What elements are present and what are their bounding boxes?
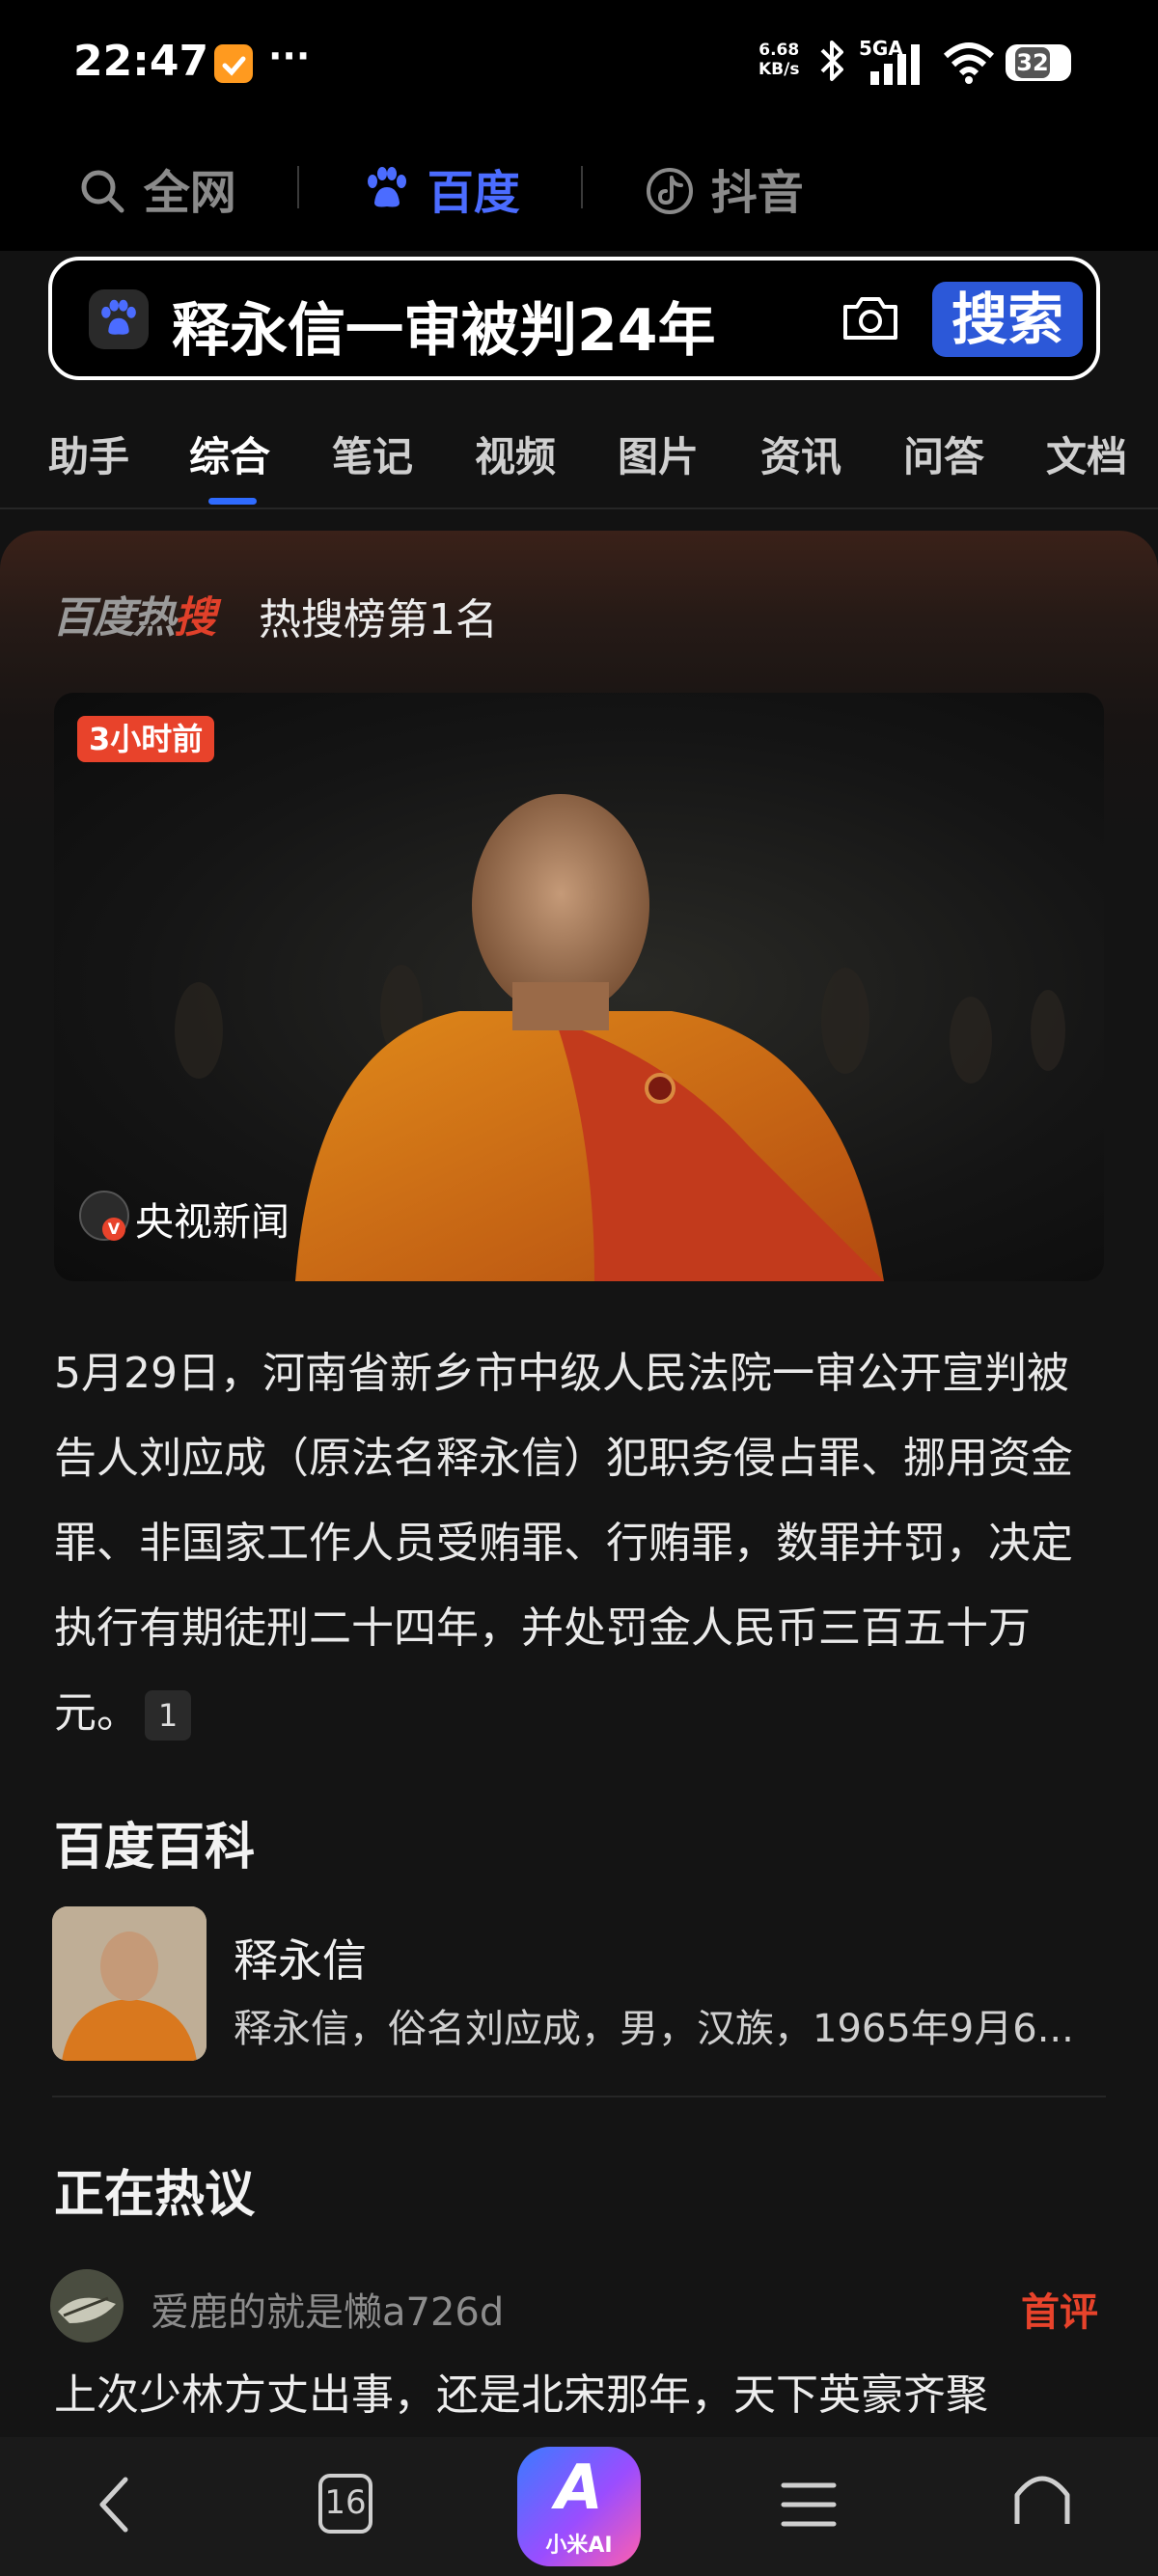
battery-icon: 32: [1006, 44, 1071, 81]
tab-qa[interactable]: 问答: [903, 425, 984, 483]
camera-icon[interactable]: [840, 291, 901, 349]
search-button[interactable]: 搜索: [932, 282, 1083, 357]
hot-logo-text: 百度热: [52, 593, 176, 643]
divider: [52, 2096, 1106, 2097]
summary-text: 5月29日，河南省新乡市中级人民法院一审公开宣判被告人刘应成（原法名释永信）犯职…: [54, 1349, 1073, 1738]
time-badge: 3小时前: [77, 716, 215, 762]
search-icon: [81, 170, 124, 213]
tab-docs[interactable]: 文档: [1046, 425, 1127, 483]
engine-tab-all[interactable]: 全网: [77, 154, 236, 222]
tabs-button[interactable]: 16: [317, 2472, 374, 2539]
status-time: 22:47: [73, 37, 209, 86]
citation-badge[interactable]: 1: [145, 1690, 191, 1740]
net-speed: 6.68 KB/s: [758, 41, 799, 79]
wifi-icon: [942, 39, 996, 89]
engine-tab-baidu[interactable]: 百度: [361, 154, 520, 222]
baike-thumbnail[interactable]: [52, 1906, 207, 2061]
comment-text[interactable]: 上次少林方丈出事，还是北宋那年，天下英豪齐聚: [54, 2360, 1116, 2422]
menu-icon[interactable]: [780, 2478, 838, 2535]
baidu-paw-icon: [89, 289, 149, 349]
home-icon[interactable]: [1011, 2466, 1073, 2532]
engine-tab-douyin[interactable]: 抖音: [645, 154, 804, 222]
engine-label-all: 全网: [143, 166, 236, 220]
search-input[interactable]: 释永信一审被判24年: [172, 284, 828, 368]
net-speed-value: 6.68: [758, 41, 800, 60]
divider: [297, 166, 299, 208]
active-tab-indicator: [208, 498, 257, 505]
search-box[interactable]: 释永信一审被判24年 搜索: [48, 257, 1100, 380]
net-speed-unit: KB/s: [758, 60, 800, 79]
ai-icon: A: [555, 2453, 603, 2524]
tabs-count: 16: [324, 2483, 367, 2522]
avatar[interactable]: [50, 2269, 124, 2343]
xiaomi-ai-label: 小米AI: [545, 2534, 613, 2558]
hot-rank-label[interactable]: 热搜榜第1名: [259, 585, 498, 646]
engine-label-douyin: 抖音: [710, 166, 804, 220]
news-source-name[interactable]: 央视新闻: [135, 1191, 290, 1247]
tab-notes[interactable]: 笔记: [332, 425, 413, 483]
paw-icon: [368, 167, 406, 207]
discussion-section-title: 正在热议: [54, 2166, 256, 2224]
divider: [581, 166, 583, 208]
tab-images[interactable]: 图片: [618, 425, 699, 483]
tab-overview[interactable]: 综合: [189, 425, 270, 483]
baike-section-title: 百度百科: [54, 1819, 256, 1877]
hot-logo-accent: 搜: [174, 593, 216, 643]
news-summary: 5月29日，河南省新乡市中级人民法院一审公开宣判被告人刘应成（原法名释永信）犯职…: [54, 1331, 1106, 1756]
tab-news[interactable]: 资讯: [760, 425, 841, 483]
verified-icon: V: [102, 1218, 125, 1241]
engine-label-baidu: 百度: [427, 166, 520, 220]
tab-assistant[interactable]: 助手: [48, 425, 129, 483]
baike-portrait-image: [52, 1906, 207, 2061]
tab-videos[interactable]: 视频: [475, 425, 556, 483]
signal-icon: [868, 41, 932, 91]
baike-entry-name[interactable]: 释永信: [234, 1926, 367, 1989]
first-comment-badge: 首评: [1021, 2290, 1098, 2335]
back-icon[interactable]: [89, 2470, 139, 2543]
baidu-hot-logo: 百度热搜: [52, 583, 216, 644]
more-notifications-icon: ···: [268, 35, 311, 77]
battery-level: 32: [1015, 47, 1050, 78]
app-notification-icon: [214, 44, 253, 83]
comment-username[interactable]: 爱鹿的就是懒a726d: [151, 2281, 504, 2337]
douyin-icon: [647, 168, 693, 214]
bluetooth-icon: [813, 37, 851, 89]
baike-entry-desc: 释永信，俗名刘应成，男，汉族，1965年9月6...: [234, 2007, 1074, 2051]
